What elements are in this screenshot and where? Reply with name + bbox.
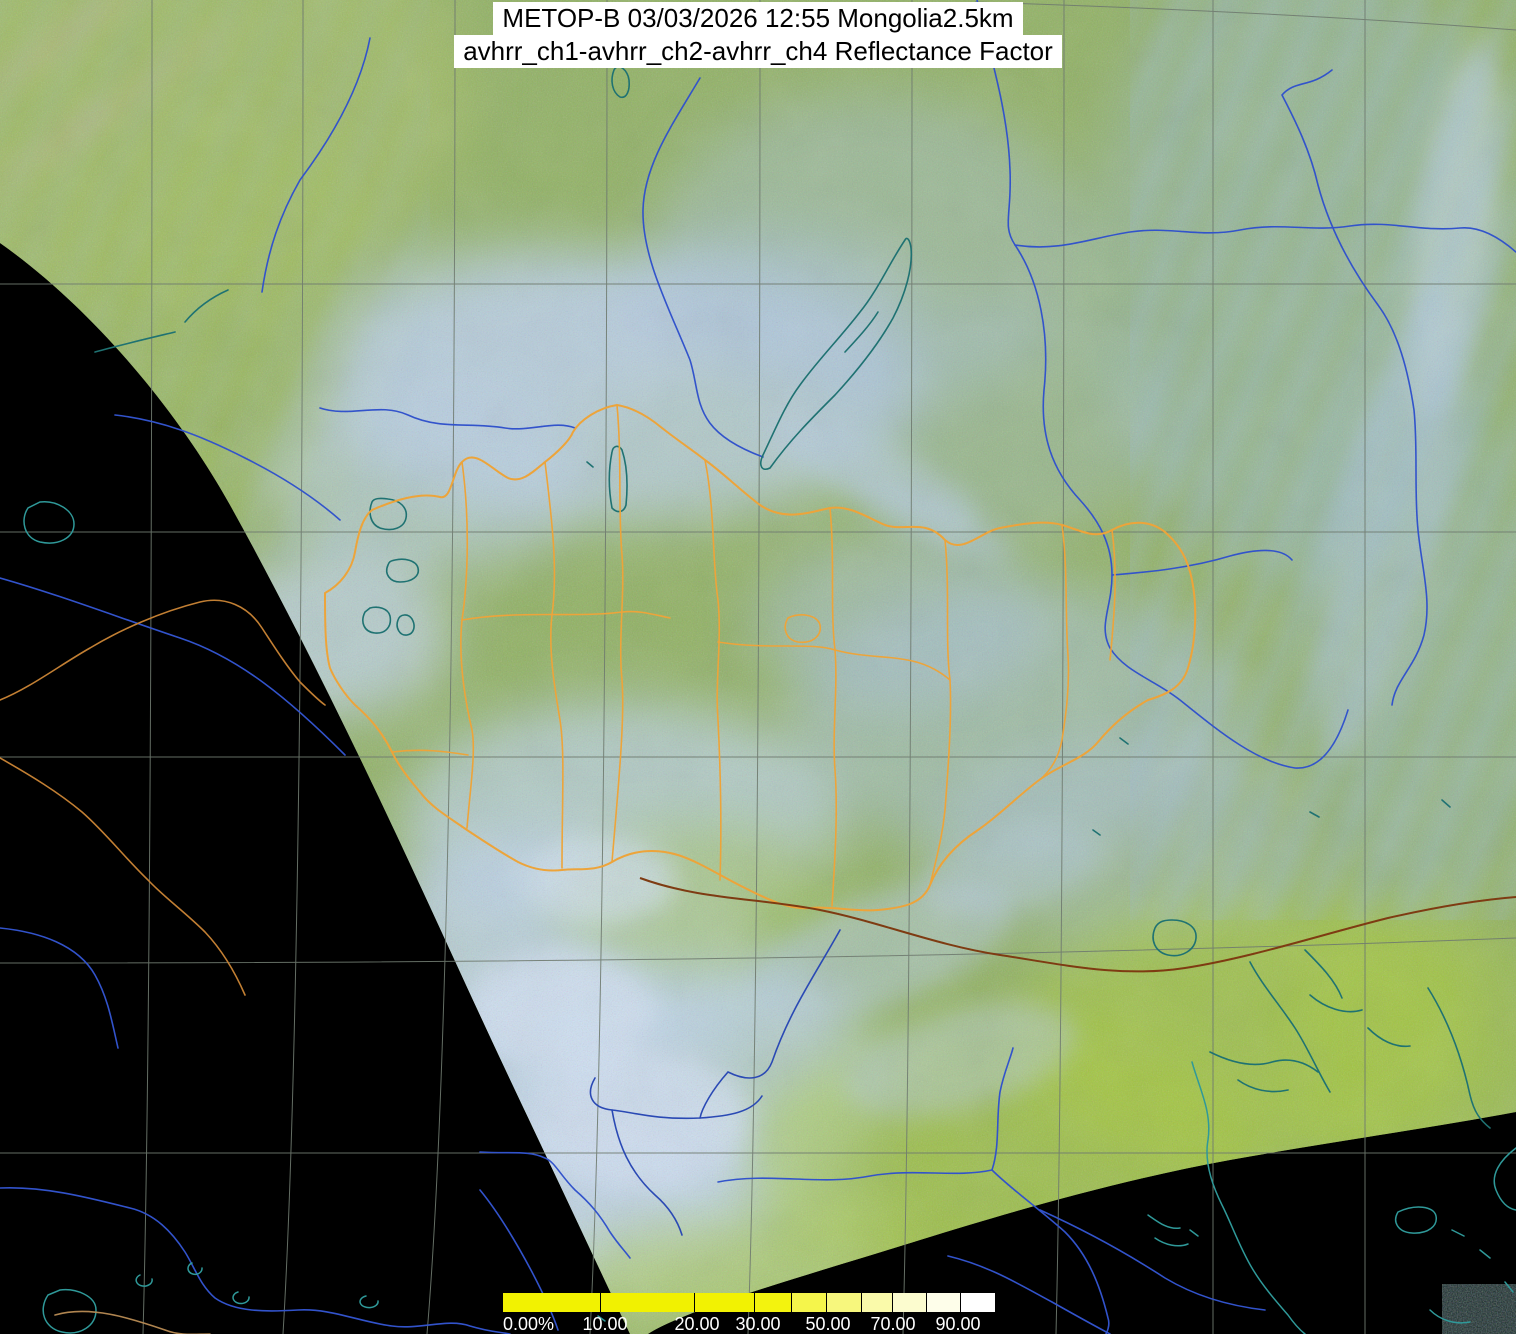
satellite-product-window: METOP-B 03/03/2026 12:55 Mongolia2.5km a…	[0, 0, 1516, 1334]
colorbar-label: 20.00	[674, 1314, 720, 1334]
colorbar-label: 70.00	[870, 1314, 916, 1334]
colorbar-segment	[600, 1293, 695, 1312]
satellite-map-image	[0, 0, 1516, 1334]
colorbar-segment	[790, 1293, 827, 1312]
colorbar-label: 50.00	[805, 1314, 851, 1334]
colorbar-segment	[826, 1293, 862, 1312]
colorbar-segment	[694, 1293, 755, 1312]
colorbar-label: 10.00	[582, 1314, 628, 1334]
colorbar-label: 0.00%	[503, 1314, 555, 1334]
colorbar-segment	[861, 1293, 892, 1312]
corner-sea-texture	[1442, 1284, 1516, 1334]
title-line-1: METOP-B 03/03/2026 12:55 Mongolia2.5km	[493, 2, 1023, 35]
colorbar	[503, 1293, 995, 1312]
colorbar-label: 90.00	[935, 1314, 981, 1334]
colorbar-segment	[503, 1293, 601, 1312]
colorbar-label: 30.00	[735, 1314, 781, 1334]
colorbar-segment	[926, 1293, 960, 1312]
colorbar-segment	[754, 1293, 791, 1312]
colorbar-segment	[891, 1293, 927, 1312]
title-line-2: avhrr_ch1-avhrr_ch2-avhrr_ch4 Reflectanc…	[454, 35, 1062, 68]
colorbar-segment	[959, 1293, 995, 1312]
title-block: METOP-B 03/03/2026 12:55 Mongolia2.5km a…	[0, 2, 1516, 68]
